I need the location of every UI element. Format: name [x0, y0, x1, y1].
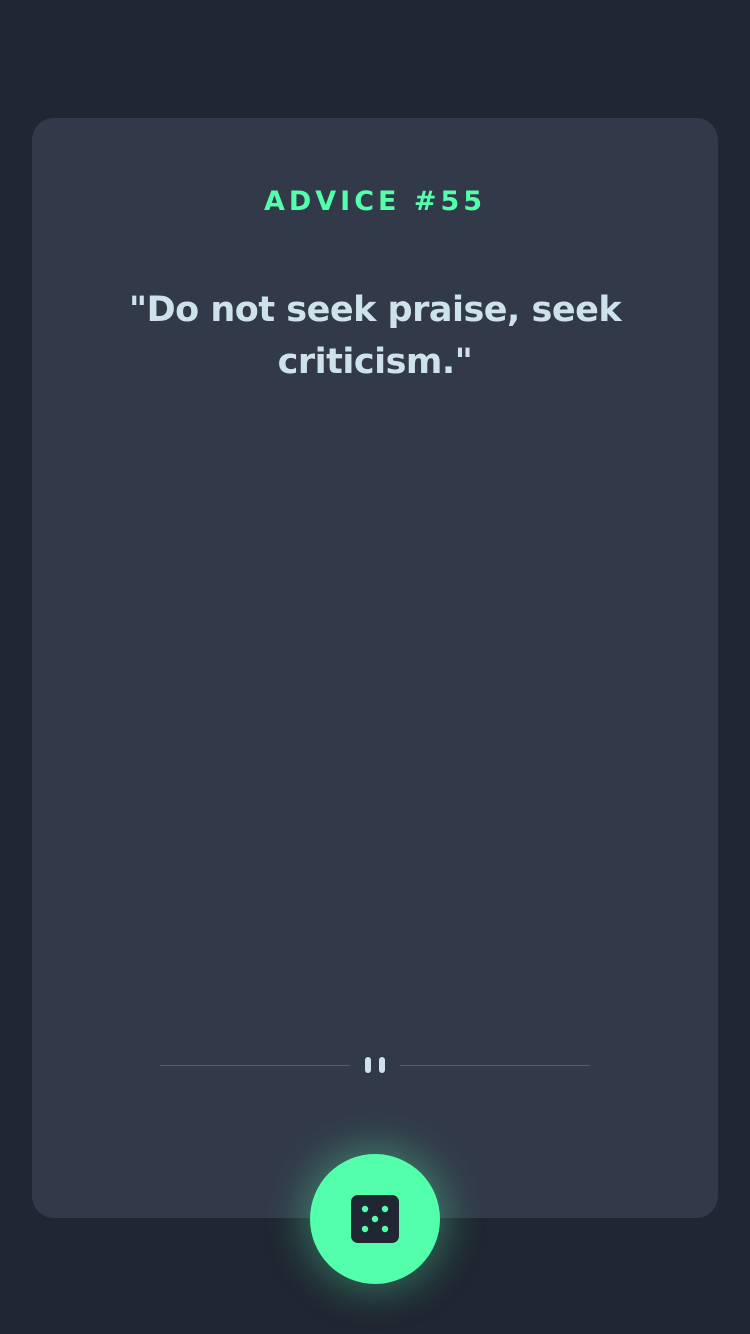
- app-screen: ADVICE #55 "Do not seek praise, seek cri…: [0, 0, 750, 1334]
- divider-line-left: [160, 1065, 350, 1066]
- advice-quote: "Do not seek praise, seek criticism.": [128, 290, 622, 382]
- advice-card: [32, 118, 718, 1218]
- divider-line-right: [400, 1065, 590, 1066]
- dice-icon: [351, 1195, 399, 1243]
- advice-title: ADVICE #55: [263, 186, 487, 217]
- new-advice-button[interactable]: [310, 1154, 440, 1284]
- pause-icon: [365, 1057, 385, 1073]
